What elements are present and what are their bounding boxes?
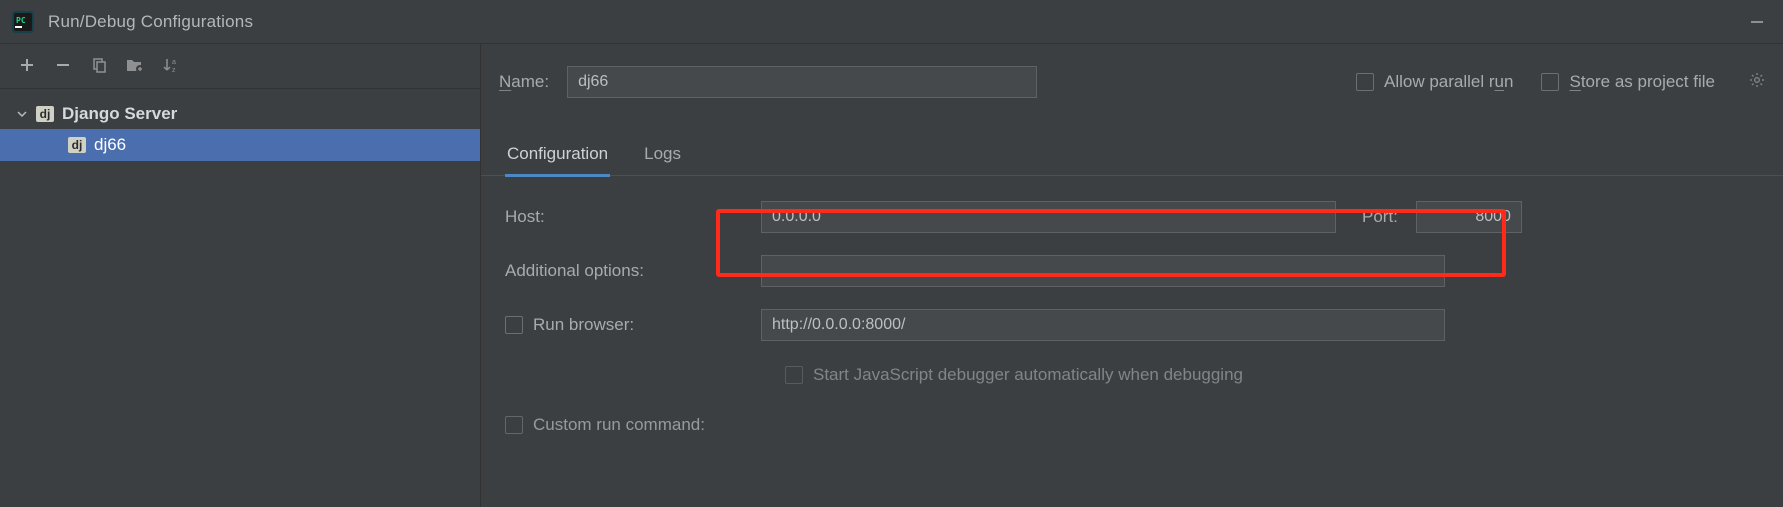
tab-logs[interactable]: Logs xyxy=(642,136,683,175)
store-project-file-label: Store as project file xyxy=(1569,72,1715,92)
custom-run-label: Custom run command: xyxy=(533,415,705,435)
config-tree: dj Django Server dj dj66 xyxy=(0,95,480,161)
port-label: Port: xyxy=(1362,207,1398,227)
tabs: Configuration Logs xyxy=(481,116,1783,176)
run-browser-checkbox[interactable] xyxy=(505,316,523,334)
tree-node-dj66[interactable]: dj dj66 xyxy=(0,129,480,161)
tree-node-label: Django Server xyxy=(62,104,177,124)
save-template-icon[interactable] xyxy=(124,54,146,76)
svg-text:PC: PC xyxy=(16,16,26,25)
port-input[interactable] xyxy=(1416,201,1522,233)
sort-alpha-icon[interactable]: az xyxy=(160,54,182,76)
checkbox-icon xyxy=(1356,73,1374,91)
pycharm-app-icon: PC xyxy=(12,11,34,33)
start-js-label: Start JavaScript debugger automatically … xyxy=(813,365,1243,385)
toolbar: az xyxy=(0,44,480,86)
chevron-down-icon xyxy=(16,108,28,120)
minimize-button[interactable] xyxy=(1743,8,1771,36)
tab-configuration[interactable]: Configuration xyxy=(505,136,610,177)
start-js-checkbox[interactable] xyxy=(785,366,803,384)
config-content: Name: Allow parallel run Store as projec… xyxy=(481,44,1783,507)
add-icon[interactable] xyxy=(16,54,38,76)
custom-run-row: Custom run command: xyxy=(505,398,1757,452)
tree-node-label: dj66 xyxy=(94,135,126,155)
additional-options-input[interactable] xyxy=(761,255,1445,287)
start-js-row: Start JavaScript debugger automatically … xyxy=(505,352,1757,398)
window-title: Run/Debug Configurations xyxy=(48,12,253,32)
run-browser-input[interactable] xyxy=(761,309,1445,341)
django-icon: dj xyxy=(68,137,86,153)
svg-text:a: a xyxy=(172,59,176,66)
checkbox-icon xyxy=(1541,73,1559,91)
host-label: Host: xyxy=(505,207,761,227)
name-label: Name: xyxy=(499,72,549,92)
custom-run-checkbox[interactable] xyxy=(505,416,523,434)
run-browser-label: Run browser: xyxy=(533,315,634,335)
store-project-file-checkbox[interactable]: Store as project file xyxy=(1541,72,1715,92)
gear-icon[interactable] xyxy=(1749,72,1765,93)
django-icon: dj xyxy=(36,106,54,122)
run-browser-row: Run browser: xyxy=(505,298,1757,352)
additional-options-row: Additional options: xyxy=(505,244,1757,298)
sidebar: az dj Django Server dj dj66 xyxy=(0,44,481,507)
title-bar: PC Run/Debug Configurations xyxy=(0,0,1783,44)
remove-icon[interactable] xyxy=(52,54,74,76)
svg-text:z: z xyxy=(172,67,176,73)
allow-parallel-label: Allow parallel run xyxy=(1384,72,1513,92)
divider xyxy=(0,88,480,89)
allow-parallel-checkbox[interactable]: Allow parallel run xyxy=(1356,72,1513,92)
copy-icon[interactable] xyxy=(88,54,110,76)
additional-options-label: Additional options: xyxy=(505,261,761,281)
host-input[interactable] xyxy=(761,201,1336,233)
tree-node-django-server[interactable]: dj Django Server xyxy=(0,99,480,129)
name-input[interactable] xyxy=(567,66,1037,98)
host-row: Host: Port: xyxy=(505,190,1757,244)
